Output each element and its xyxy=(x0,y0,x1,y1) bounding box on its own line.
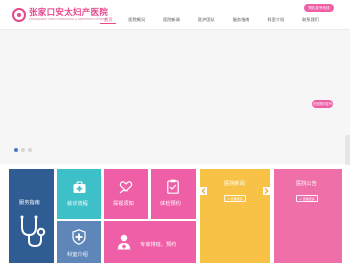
tile-visitor-notice[interactable]: 探视须知 xyxy=(104,169,148,219)
tile-hospital-notice-label: 医院公告 xyxy=(296,181,317,187)
tile-visit-process-label: 就诊流程 xyxy=(67,201,88,207)
clipboard-icon xyxy=(167,179,179,194)
tile-department-intro-label: 科室介绍 xyxy=(67,252,88,258)
hotline-button[interactable]: 预约挂号热线 xyxy=(304,4,334,12)
news-next-button[interactable] xyxy=(263,187,270,195)
nav-item-home[interactable]: 首页 xyxy=(100,15,117,24)
nav-item-departments[interactable]: 科室介绍 xyxy=(263,15,288,24)
tile-checkup-booking-label: 体检预约 xyxy=(160,201,181,207)
heart-hand-icon xyxy=(119,181,133,194)
slide-dot-active[interactable] xyxy=(14,148,18,152)
tile-hospital-notice[interactable]: 医院公告 + 查看更多 xyxy=(274,169,342,263)
online-booking-button[interactable]: 在线预约挂号 xyxy=(312,100,333,108)
stethoscope-icon xyxy=(20,215,46,248)
page: 张家口安太妇产医院 ZHANGJIAKOU ANTAI GYNECOLOGY &… xyxy=(0,0,350,263)
hero-banner: 在线预约挂号 xyxy=(0,30,350,165)
tile-service-guide[interactable]: 服务指南 xyxy=(9,169,54,263)
tile-department-intro[interactable]: 科室介绍 xyxy=(57,221,101,263)
nav-item-news[interactable]: 医院新闻 xyxy=(159,15,184,24)
news-prev-button[interactable] xyxy=(200,187,207,195)
nav-item-overview[interactable]: 医院概况 xyxy=(124,15,149,24)
tile-checkup-booking[interactable]: 体检预约 xyxy=(151,169,196,219)
shield-cross-icon xyxy=(72,229,86,245)
logo-mark-icon xyxy=(12,8,26,22)
logo-text: 张家口安太妇产医院 ZHANGJIAKOU ANTAI GYNECOLOGY &… xyxy=(29,7,109,22)
nav-item-contact[interactable]: 联系我们 xyxy=(298,15,323,24)
slide-dot[interactable] xyxy=(28,148,32,152)
main-nav: 首页 医院概况 医院新闻 医护团队 服务指南 科室介绍 联系我们 xyxy=(100,15,333,24)
notice-more-button[interactable]: + 查看更多 xyxy=(296,195,318,202)
tile-expert-schedule[interactable]: 专家排班、预约 xyxy=(104,221,196,263)
nav-item-guide[interactable]: 服务指南 xyxy=(229,15,254,24)
tile-visitor-notice-label: 探视须知 xyxy=(113,201,134,207)
tile-expert-schedule-label: 专家排班、预约 xyxy=(140,242,177,248)
logo-title: 张家口安太妇产医院 xyxy=(29,7,109,18)
news-more-button[interactable]: + 查看更多 xyxy=(224,195,246,202)
logo-subtitle: ZHANGJIAKOU ANTAI GYNECOLOGY & OBSTETRIC… xyxy=(29,17,108,21)
nav-item-team[interactable]: 医护团队 xyxy=(194,15,219,24)
hospital-logo[interactable]: 张家口安太妇产医院 ZHANGJIAKOU ANTAI GYNECOLOGY &… xyxy=(12,8,108,22)
tile-service-guide-label: 服务指南 xyxy=(19,200,40,206)
tile-hospital-news[interactable]: 医院新闻 + 查看更多 xyxy=(200,169,270,263)
medical-kit-icon xyxy=(73,181,86,193)
side-float-tab[interactable] xyxy=(345,135,350,165)
slide-dot[interactable] xyxy=(21,148,25,152)
doctor-icon xyxy=(117,234,131,250)
tile-hospital-news-label: 医院新闻 xyxy=(224,181,245,187)
chevron-right-icon xyxy=(264,188,269,194)
chevron-left-icon xyxy=(201,188,206,194)
tile-visit-process[interactable]: 就诊流程 xyxy=(57,169,101,219)
site-header: 张家口安太妇产医院 ZHANGJIAKOU ANTAI GYNECOLOGY &… xyxy=(0,0,350,30)
